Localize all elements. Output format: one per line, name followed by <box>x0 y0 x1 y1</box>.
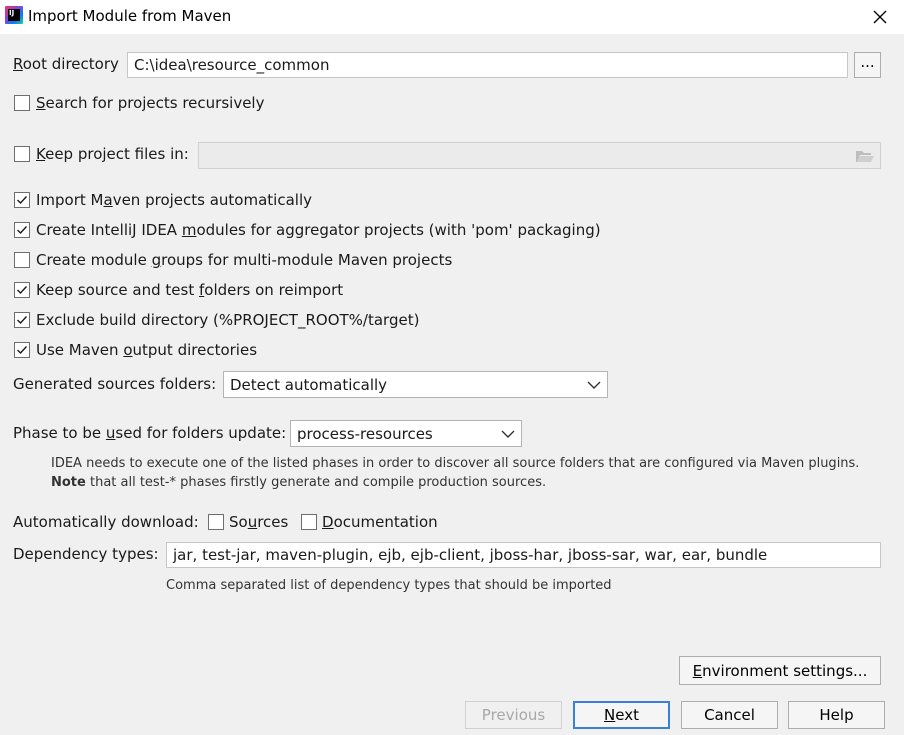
previous-button-label: Previous <box>481 706 546 724</box>
keep-project-files-label-text: eep project files in: <box>45 145 189 163</box>
phase-dropdown[interactable]: process-resources <box>290 420 522 447</box>
create-module-groups-label: Create module groups for multi-module Ma… <box>36 251 452 269</box>
phase-selected: process-resources <box>297 424 433 443</box>
environment-mnemonic: E <box>692 661 703 680</box>
import-maven-auto-checkbox[interactable] <box>14 192 30 208</box>
phase-label-mnemonic: u <box>105 424 116 442</box>
option-label-pre: Exclude build directory (%PROJECT_ROOT%/… <box>36 311 420 329</box>
help-button-label: Help <box>819 706 854 724</box>
option-label-mnemonic: a <box>103 191 113 209</box>
create-modules-aggregator-label: Create IntelliJ IDEA modules for aggrega… <box>36 221 601 239</box>
dependency-types-hint: Comma separated list of dependency types… <box>166 578 612 593</box>
option-label-post: odules for aggregator projects (with 'po… <box>196 221 601 239</box>
option-label-post: roups for multi-module Maven projects <box>161 251 453 269</box>
generated-sources-label: Generated sources folders: <box>13 375 217 393</box>
chevron-down-icon <box>501 430 515 438</box>
checkmark-icon <box>17 286 28 295</box>
option-label-pre: Create IntelliJ IDEA <box>36 221 182 239</box>
download-sources-checkbox[interactable] <box>208 514 224 530</box>
next-button-label: ext <box>615 706 639 724</box>
close-icon <box>873 10 887 24</box>
search-recursively-mnemonic: S <box>36 94 46 112</box>
download-documentation-checkbox[interactable] <box>301 514 317 530</box>
keep-project-files-mnemonic: K <box>36 145 46 163</box>
keep-source-folders-checkbox[interactable] <box>14 282 30 298</box>
keep-project-files-checkbox[interactable] <box>14 146 30 162</box>
use-maven-output-checkbox[interactable] <box>14 342 30 358</box>
next-mnemonic: N <box>604 706 616 724</box>
checkmark-icon <box>17 196 28 205</box>
chevron-down-icon <box>587 381 601 389</box>
exclude-build-directory-checkbox[interactable] <box>14 312 30 328</box>
search-recursively-label-text: earch for projects recursively <box>45 94 265 112</box>
generated-sources-dropdown[interactable]: Detect automatically <box>223 371 608 398</box>
next-button[interactable]: Next <box>573 701 670 729</box>
auto-download-label: Automatically download: <box>13 513 199 531</box>
environment-settings-button[interactable]: Environment settings... <box>679 656 881 685</box>
sources-label-mnemonic: u <box>247 513 258 531</box>
browse-button-label: ... <box>860 53 875 71</box>
checkmark-icon <box>17 346 28 355</box>
option-label-mnemonic: g <box>151 251 162 269</box>
intellij-idea-icon: IJ <box>5 6 23 24</box>
keep-source-folders-label: Keep source and test folders on reimport <box>36 281 343 299</box>
sources-label-pre: So <box>229 513 248 531</box>
close-button[interactable] <box>866 3 894 31</box>
sources-label-post: rces <box>257 513 289 531</box>
environment-label: nvironment settings... <box>702 661 868 680</box>
option-label-post: ven projects automatically <box>112 191 312 209</box>
download-sources-label: Sources <box>229 513 288 531</box>
use-maven-output-label: Use Maven output directories <box>36 341 257 359</box>
checkmark-icon <box>17 316 28 325</box>
import-maven-auto-label: Import Maven projects automatically <box>36 191 312 209</box>
download-documentation-label: Documentation <box>322 513 438 531</box>
exclude-build-directory-label: Exclude build directory (%PROJECT_ROOT%/… <box>36 311 419 329</box>
keep-project-files-input <box>198 142 881 169</box>
window-title: Import Module from Maven <box>28 7 232 25</box>
dependency-types-value: jar, test-jar, maven-plugin, ejb, ejb-cl… <box>173 546 768 564</box>
root-directory-mnemonic: R <box>13 55 23 73</box>
cancel-button[interactable]: Cancel <box>681 701 778 729</box>
option-label-post: olders on reimport <box>204 281 344 299</box>
phase-hint-line2: Note that all test-* phases firstly gene… <box>51 475 546 490</box>
phase-hint-line2-text: that all test-* phases firstly generate … <box>85 475 547 490</box>
cancel-button-label: Cancel <box>704 706 755 724</box>
option-label-pre: Create module <box>36 251 152 269</box>
keep-project-files-label: Keep project files in: <box>36 145 189 163</box>
option-label-pre: Use Maven <box>36 341 124 359</box>
phase-label-pre: Phase to be <box>13 424 106 442</box>
option-label-pre: Import M <box>36 191 104 209</box>
root-directory-label: Root directory <box>13 55 119 73</box>
documentation-label-post: ocumentation <box>333 513 438 531</box>
option-label-mnemonic: o <box>123 341 133 359</box>
dependency-types-input[interactable]: jar, test-jar, maven-plugin, ejb, ejb-cl… <box>166 542 881 568</box>
root-directory-value: C:\idea\resource_common <box>134 56 330 74</box>
option-label-pre: Keep source and test <box>36 281 199 299</box>
previous-button[interactable]: Previous <box>465 701 562 729</box>
search-recursively-checkbox[interactable] <box>14 95 30 111</box>
phase-label: Phase to be used for folders update: <box>13 424 286 442</box>
app-icon-text: IJ <box>8 9 20 21</box>
folder-open-icon <box>856 151 874 162</box>
documentation-label-mnemonic: D <box>322 513 334 531</box>
root-directory-label-text: oot directory <box>22 55 119 73</box>
phase-label-post: sed for folders update: <box>115 424 287 442</box>
browse-button[interactable]: ... <box>854 52 881 78</box>
dependency-types-label: Dependency types: <box>13 545 159 563</box>
generated-sources-selected: Detect automatically <box>230 375 388 394</box>
option-label-mnemonic: m <box>181 221 197 239</box>
help-button[interactable]: Help <box>788 701 885 729</box>
option-label-post: utput directories <box>132 341 258 359</box>
search-recursively-label: Search for projects recursively <box>36 94 264 112</box>
checkmark-icon <box>17 226 28 235</box>
phase-hint-note: Note <box>51 475 86 490</box>
create-modules-aggregator-checkbox[interactable] <box>14 222 30 238</box>
root-directory-input[interactable]: C:\idea\resource_common <box>127 52 848 78</box>
create-module-groups-checkbox[interactable] <box>14 252 30 268</box>
phase-hint-line1: IDEA needs to execute one of the listed … <box>51 456 860 471</box>
title-bar: IJ Import Module from Maven <box>0 0 904 34</box>
